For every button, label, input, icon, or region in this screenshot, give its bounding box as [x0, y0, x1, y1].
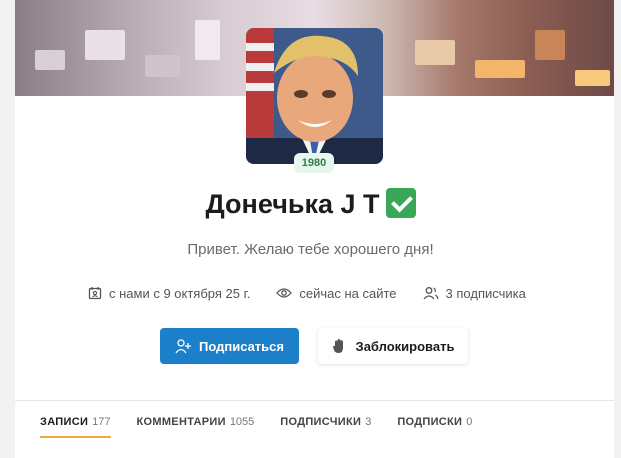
tab-label: КОММЕНТАРИИ [136, 416, 226, 428]
profile-status: Привет. Желаю тебе хорошего дня! [187, 241, 434, 258]
online-info: сейчас на сайте [276, 285, 397, 301]
tab-subscriptions[interactable]: ПОДПИСКИ 0 [397, 416, 472, 446]
avatar-image [246, 28, 383, 164]
tab-subscribers[interactable]: ПОДПИСЧИКИ 3 [280, 416, 371, 446]
hand-stop-icon [332, 339, 343, 353]
block-label: Заблокировать [355, 338, 455, 354]
joined-text: с нами с 9 октября 25 г. [109, 285, 251, 301]
joined-info: с нами с 9 октября 25 г. [88, 286, 250, 301]
subscribe-label: Подписаться [198, 338, 284, 354]
profile-name-row: Донечька J T [0, 188, 621, 220]
subscribers-info[interactable]: 3 подписчика [423, 286, 526, 301]
subscribe-button[interactable]: Подписаться [160, 328, 299, 364]
add-user-icon [175, 339, 191, 354]
profile-name: Донечька J T [205, 189, 380, 219]
users-icon [423, 287, 439, 300]
tab-comments[interactable]: КОММЕНТАРИИ 1055 [137, 416, 255, 446]
online-text: сейчас на сайте [299, 285, 397, 301]
avatar[interactable] [246, 28, 383, 164]
tab-count: 177 [92, 416, 111, 428]
tab-count: 1055 [229, 416, 255, 428]
tabs-divider [15, 400, 614, 401]
tab-label: ЗАПИСИ [40, 416, 89, 428]
check-mark-icon [385, 188, 416, 218]
calendar-person-icon [88, 287, 102, 300]
eye-icon [276, 288, 293, 298]
tab-label: ПОДПИСЧИКИ [280, 416, 362, 428]
tab-count: 0 [466, 416, 473, 428]
block-button[interactable]: Заблокировать [318, 328, 468, 364]
tab-label: ПОДПИСКИ [397, 416, 463, 428]
tab-posts[interactable]: ЗАПИСИ 177 [40, 416, 111, 446]
tab-count: 3 [365, 416, 372, 428]
subscribers-text: 3 подписчика [445, 285, 526, 301]
profile-meta: с нами с 9 октября 25 г. сейчас на сайте… [88, 284, 552, 302]
year-badge: 1980 [294, 153, 334, 173]
profile-tabs: ЗАПИСИ 177 КОММЕНТАРИИ 1055 ПОДПИСЧИКИ 3 ПО… [40, 416, 498, 446]
